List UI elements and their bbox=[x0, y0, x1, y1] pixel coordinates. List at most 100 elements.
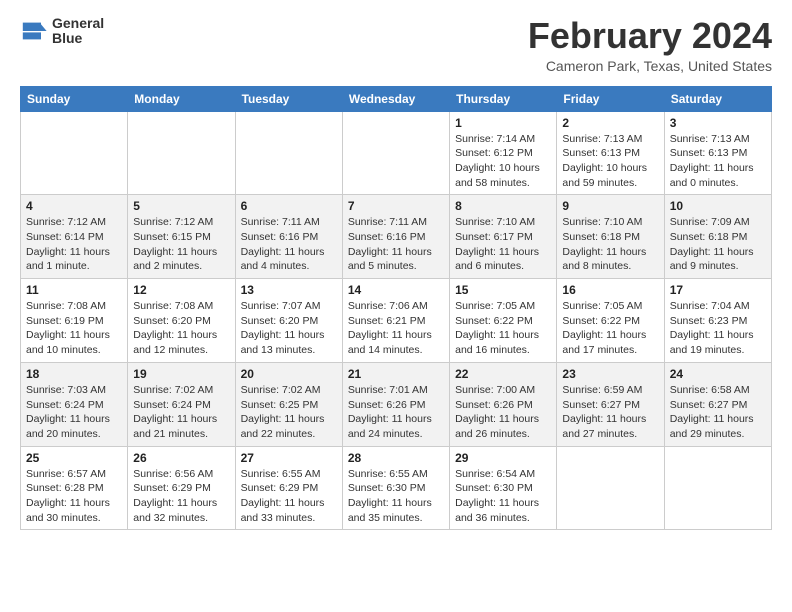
title-block: February 2024 Cameron Park, Texas, Unite… bbox=[528, 16, 772, 74]
weekday-header-tuesday: Tuesday bbox=[235, 86, 342, 111]
day-info: Sunrise: 7:08 AM Sunset: 6:20 PM Dayligh… bbox=[133, 299, 229, 358]
calendar-cell: 21 Sunrise: 7:01 AM Sunset: 6:26 PM Dayli… bbox=[342, 362, 449, 446]
day-info: Sunrise: 6:58 AM Sunset: 6:27 PM Dayligh… bbox=[670, 383, 766, 442]
day-info: Sunrise: 7:05 AM Sunset: 6:22 PM Dayligh… bbox=[455, 299, 551, 358]
day-info: Sunrise: 7:01 AM Sunset: 6:26 PM Dayligh… bbox=[348, 383, 444, 442]
calendar-cell: 19 Sunrise: 7:02 AM Sunset: 6:24 PM Dayli… bbox=[128, 362, 235, 446]
calendar-cell bbox=[235, 111, 342, 195]
day-info: Sunrise: 7:11 AM Sunset: 6:16 PM Dayligh… bbox=[348, 215, 444, 274]
day-number: 5 bbox=[133, 199, 229, 213]
calendar-cell: 1 Sunrise: 7:14 AM Sunset: 6:12 PM Daylig… bbox=[450, 111, 557, 195]
day-info: Sunrise: 7:04 AM Sunset: 6:23 PM Dayligh… bbox=[670, 299, 766, 358]
calendar-cell: 3 Sunrise: 7:13 AM Sunset: 6:13 PM Daylig… bbox=[664, 111, 771, 195]
day-number: 25 bbox=[26, 451, 122, 465]
month-title: February 2024 bbox=[528, 16, 772, 56]
calendar-cell: 25 Sunrise: 6:57 AM Sunset: 6:28 PM Dayli… bbox=[21, 446, 128, 530]
calendar-cell bbox=[557, 446, 664, 530]
day-number: 11 bbox=[26, 283, 122, 297]
day-info: Sunrise: 7:02 AM Sunset: 6:24 PM Dayligh… bbox=[133, 383, 229, 442]
day-info: Sunrise: 7:00 AM Sunset: 6:26 PM Dayligh… bbox=[455, 383, 551, 442]
day-number: 13 bbox=[241, 283, 337, 297]
day-number: 19 bbox=[133, 367, 229, 381]
calendar-cell: 16Sunrise: 7:05 AM Sunset: 6:22 PM Dayli… bbox=[557, 279, 664, 363]
logo: General Blue bbox=[20, 16, 104, 47]
day-number: 3 bbox=[670, 116, 766, 130]
day-info: Sunrise: 7:08 AM Sunset: 6:19 PM Dayligh… bbox=[26, 299, 122, 358]
calendar-cell: 17Sunrise: 7:04 AM Sunset: 6:23 PM Dayli… bbox=[664, 279, 771, 363]
calendar-cell: 2Sunrise: 7:13 AM Sunset: 6:13 PM Daylig… bbox=[557, 111, 664, 195]
day-number: 26 bbox=[133, 451, 229, 465]
calendar-cell: 7 Sunrise: 7:11 AM Sunset: 6:16 PM Daylig… bbox=[342, 195, 449, 279]
day-info: Sunrise: 7:03 AM Sunset: 6:24 PM Dayligh… bbox=[26, 383, 122, 442]
calendar-cell: 4Sunrise: 7:12 AM Sunset: 6:14 PM Daylig… bbox=[21, 195, 128, 279]
day-info: Sunrise: 6:55 AM Sunset: 6:29 PM Dayligh… bbox=[241, 467, 337, 526]
calendar-cell: 6Sunrise: 7:11 AM Sunset: 6:16 PM Daylig… bbox=[235, 195, 342, 279]
day-info: Sunrise: 7:13 AM Sunset: 6:13 PM Dayligh… bbox=[670, 132, 766, 191]
day-number: 14 bbox=[348, 283, 444, 297]
day-info: Sunrise: 6:55 AM Sunset: 6:30 PM Dayligh… bbox=[348, 467, 444, 526]
day-info: Sunrise: 7:02 AM Sunset: 6:25 PM Dayligh… bbox=[241, 383, 337, 442]
day-number: 6 bbox=[241, 199, 337, 213]
calendar-cell bbox=[128, 111, 235, 195]
weekday-header-sunday: Sunday bbox=[21, 86, 128, 111]
day-info: Sunrise: 6:54 AM Sunset: 6:30 PM Dayligh… bbox=[455, 467, 551, 526]
day-info: Sunrise: 6:56 AM Sunset: 6:29 PM Dayligh… bbox=[133, 467, 229, 526]
page-header: General Blue February 2024 Cameron Park,… bbox=[20, 16, 772, 74]
day-number: 9 bbox=[562, 199, 658, 213]
calendar-cell: 20Sunrise: 7:02 AM Sunset: 6:25 PM Dayli… bbox=[235, 362, 342, 446]
day-number: 18 bbox=[26, 367, 122, 381]
day-number: 7 bbox=[348, 199, 444, 213]
day-info: Sunrise: 7:06 AM Sunset: 6:21 PM Dayligh… bbox=[348, 299, 444, 358]
calendar-cell: 15 Sunrise: 7:05 AM Sunset: 6:22 PM Dayli… bbox=[450, 279, 557, 363]
calendar-cell: 28 Sunrise: 6:55 AM Sunset: 6:30 PM Dayli… bbox=[342, 446, 449, 530]
calendar-cell: 5 Sunrise: 7:12 AM Sunset: 6:15 PM Daylig… bbox=[128, 195, 235, 279]
day-info: Sunrise: 7:12 AM Sunset: 6:14 PM Dayligh… bbox=[26, 215, 122, 274]
day-number: 1 bbox=[455, 116, 551, 130]
calendar-cell: 26 Sunrise: 6:56 AM Sunset: 6:29 PM Dayli… bbox=[128, 446, 235, 530]
day-info: Sunrise: 7:14 AM Sunset: 6:12 PM Dayligh… bbox=[455, 132, 551, 191]
calendar-cell: 8Sunrise: 7:10 AM Sunset: 6:17 PM Daylig… bbox=[450, 195, 557, 279]
day-number: 10 bbox=[670, 199, 766, 213]
day-info: Sunrise: 6:57 AM Sunset: 6:28 PM Dayligh… bbox=[26, 467, 122, 526]
calendar-cell bbox=[664, 446, 771, 530]
calendar-cell: 11 Sunrise: 7:08 AM Sunset: 6:19 PM Dayli… bbox=[21, 279, 128, 363]
day-number: 23 bbox=[562, 367, 658, 381]
weekday-header-monday: Monday bbox=[128, 86, 235, 111]
day-info: Sunrise: 7:09 AM Sunset: 6:18 PM Dayligh… bbox=[670, 215, 766, 274]
calendar-week-row: 11 Sunrise: 7:08 AM Sunset: 6:19 PM Dayli… bbox=[21, 279, 772, 363]
logo-icon bbox=[20, 17, 48, 45]
day-number: 21 bbox=[348, 367, 444, 381]
calendar-table: SundayMondayTuesdayWednesdayThursdayFrid… bbox=[20, 86, 772, 531]
calendar-cell bbox=[21, 111, 128, 195]
weekday-header-wednesday: Wednesday bbox=[342, 86, 449, 111]
day-info: Sunrise: 7:10 AM Sunset: 6:18 PM Dayligh… bbox=[562, 215, 658, 274]
calendar-cell: 12 Sunrise: 7:08 AM Sunset: 6:20 PM Dayli… bbox=[128, 279, 235, 363]
day-info: Sunrise: 7:10 AM Sunset: 6:17 PM Dayligh… bbox=[455, 215, 551, 274]
logo-line1: General bbox=[52, 16, 104, 31]
day-number: 24 bbox=[670, 367, 766, 381]
logo-line2: Blue bbox=[52, 31, 104, 46]
day-number: 15 bbox=[455, 283, 551, 297]
weekday-header-friday: Friday bbox=[557, 86, 664, 111]
calendar-header: SundayMondayTuesdayWednesdayThursdayFrid… bbox=[21, 86, 772, 111]
weekday-header-saturday: Saturday bbox=[664, 86, 771, 111]
day-info: Sunrise: 7:12 AM Sunset: 6:15 PM Dayligh… bbox=[133, 215, 229, 274]
calendar-cell: 9 Sunrise: 7:10 AM Sunset: 6:18 PM Daylig… bbox=[557, 195, 664, 279]
day-info: Sunrise: 7:13 AM Sunset: 6:13 PM Dayligh… bbox=[562, 132, 658, 191]
day-number: 29 bbox=[455, 451, 551, 465]
calendar-cell: 29 Sunrise: 6:54 AM Sunset: 6:30 PM Dayli… bbox=[450, 446, 557, 530]
calendar-cell: 14 Sunrise: 7:06 AM Sunset: 6:21 PM Dayli… bbox=[342, 279, 449, 363]
calendar-cell: 27Sunrise: 6:55 AM Sunset: 6:29 PM Dayli… bbox=[235, 446, 342, 530]
calendar-cell: 13Sunrise: 7:07 AM Sunset: 6:20 PM Dayli… bbox=[235, 279, 342, 363]
weekday-header-row: SundayMondayTuesdayWednesdayThursdayFrid… bbox=[21, 86, 772, 111]
day-number: 16 bbox=[562, 283, 658, 297]
day-info: Sunrise: 6:59 AM Sunset: 6:27 PM Dayligh… bbox=[562, 383, 658, 442]
day-number: 28 bbox=[348, 451, 444, 465]
calendar-week-row: 4Sunrise: 7:12 AM Sunset: 6:14 PM Daylig… bbox=[21, 195, 772, 279]
logo-text: General Blue bbox=[52, 16, 104, 47]
calendar-cell: 18 Sunrise: 7:03 AM Sunset: 6:24 PM Dayli… bbox=[21, 362, 128, 446]
weekday-header-thursday: Thursday bbox=[450, 86, 557, 111]
day-number: 12 bbox=[133, 283, 229, 297]
calendar-cell: 22 Sunrise: 7:00 AM Sunset: 6:26 PM Dayli… bbox=[450, 362, 557, 446]
day-number: 22 bbox=[455, 367, 551, 381]
